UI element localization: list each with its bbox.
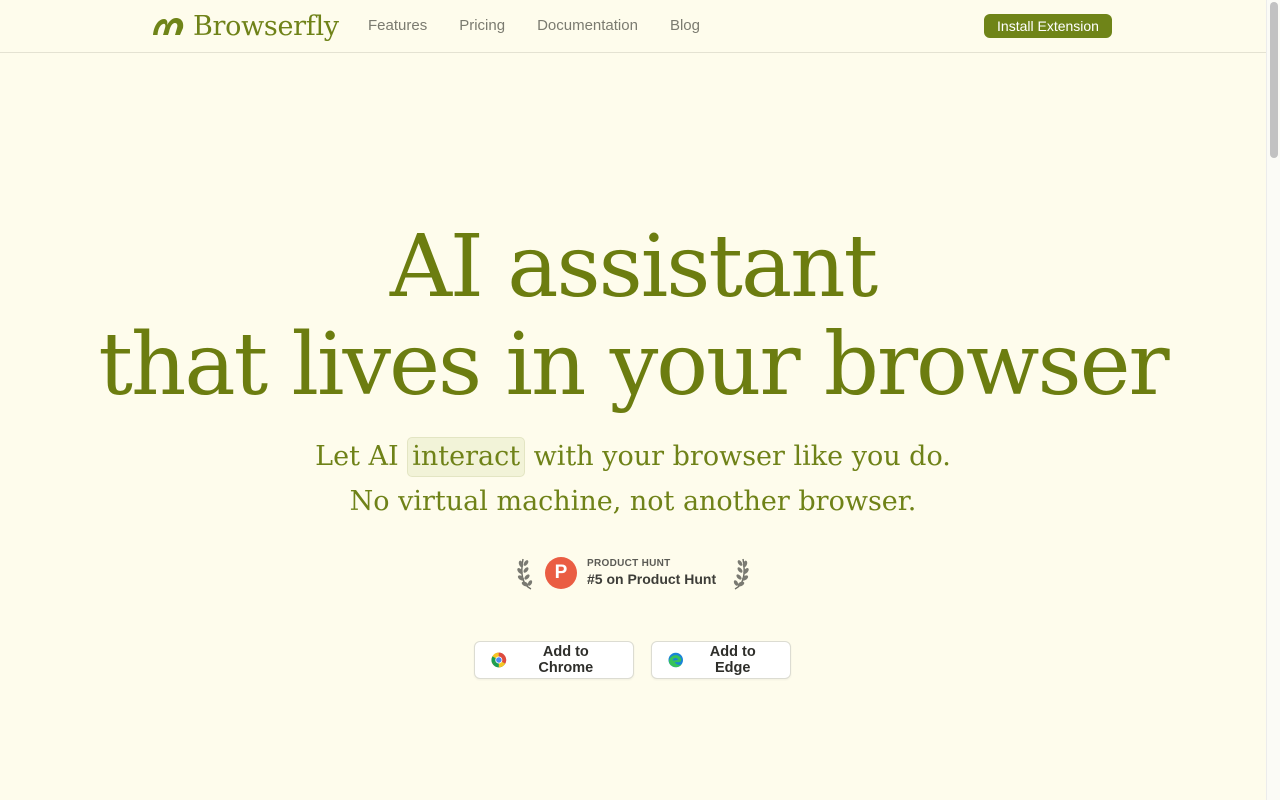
add-to-edge-label: Add to Edge bbox=[709, 644, 756, 676]
add-to-chrome-button[interactable]: Add to Chrome bbox=[474, 641, 634, 679]
product-hunt-badge[interactable]: P PRODUCT HUNT #5 on Product Hunt bbox=[517, 554, 749, 592]
hero-title-line-1: AI assistant bbox=[389, 217, 878, 317]
scrollbar-thumb[interactable] bbox=[1270, 2, 1278, 158]
nav-blog-link[interactable]: Blog bbox=[670, 16, 700, 36]
interact-highlight: interact bbox=[407, 437, 526, 477]
subtitle-pre-text: Let AI bbox=[315, 441, 408, 472]
hero-title: AI assistant that lives in your browser bbox=[0, 218, 1266, 414]
hero-title-line-2: that lives in your browser bbox=[98, 315, 1169, 415]
brand-logo[interactable]: Browserfly bbox=[152, 8, 339, 44]
nav-pricing-link[interactable]: Pricing bbox=[459, 16, 505, 36]
brand-name: Browserfly bbox=[193, 10, 339, 42]
product-hunt-label: PRODUCT HUNT bbox=[587, 558, 671, 569]
subtitle-post-text: with your browser like you do. bbox=[525, 441, 951, 472]
chrome-icon bbox=[491, 652, 507, 668]
laurel-right-icon bbox=[733, 558, 749, 590]
main-nav: Features Pricing Documentation Blog bbox=[368, 16, 732, 36]
laurel-left-icon bbox=[517, 558, 533, 590]
product-hunt-rank: #5 on Product Hunt bbox=[587, 571, 717, 587]
install-extension-button[interactable]: Install Extension bbox=[984, 14, 1112, 38]
nav-documentation-link[interactable]: Documentation bbox=[537, 16, 638, 36]
page: Browserfly Features Pricing Documentatio… bbox=[0, 0, 1266, 800]
product-hunt-logo-icon: P bbox=[545, 557, 577, 589]
product-hunt-text: PRODUCT HUNT #5 on Product Hunt bbox=[587, 558, 727, 588]
hero-subtitle: Let AI interact with your browser like y… bbox=[0, 434, 1266, 524]
edge-icon bbox=[668, 652, 683, 668]
vertical-scrollbar[interactable] bbox=[1266, 0, 1280, 800]
nav-features-link[interactable]: Features bbox=[368, 16, 427, 36]
subtitle-line-2: No virtual machine, not another browser. bbox=[349, 486, 917, 517]
site-header: Browserfly Features Pricing Documentatio… bbox=[0, 0, 1266, 53]
browserfly-logo-icon bbox=[153, 18, 184, 35]
add-to-edge-button[interactable]: Add to Edge bbox=[651, 641, 791, 679]
subtitle-line-1: Let AI interact with your browser like y… bbox=[0, 434, 1266, 479]
add-to-chrome-label: Add to Chrome bbox=[538, 644, 594, 676]
